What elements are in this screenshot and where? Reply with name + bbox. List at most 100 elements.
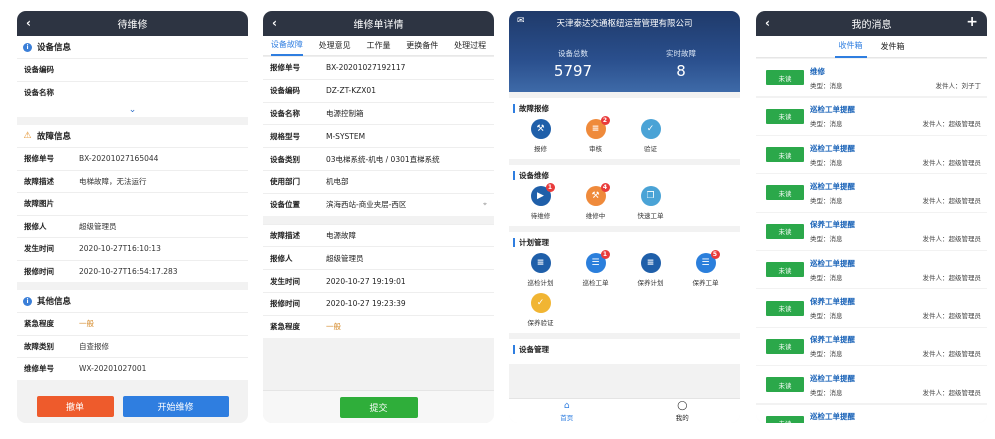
detail-row: 报修单号 BX-20201027192117: [263, 56, 494, 79]
field-value: 电源控制箱: [326, 108, 364, 118]
module-shortcut[interactable]: ❐ 快速工单: [623, 182, 678, 222]
pending-repair-screen: ‹ 待维修 i 设备信息 设备编码 设备名称 ⌄ ⚠ 故障信息 报修单号 BX-20…: [17, 11, 248, 423]
message-item[interactable]: 未读 保养工单提醒 类型：消息 发件人：超级管理员: [756, 212, 987, 250]
start-repair-button[interactable]: 开始维修: [122, 396, 229, 417]
message-body: 保养工单提醒类型：消息 发件人：超级管理员: [810, 219, 987, 243]
message-body: 保养工单提醒 类型：消息 发件人：超级管理员: [810, 296, 987, 320]
field-label: 规格型号: [270, 131, 300, 141]
module-shortcut[interactable]: ▶ 1 待维修: [513, 182, 568, 222]
tab-outbox[interactable]: 发件箱: [877, 36, 909, 58]
detail-row: 报修时间 2020-10-27 19:23:39: [263, 291, 494, 315]
back-icon[interactable]: ‹: [765, 16, 770, 30]
action-bar: 提交: [263, 390, 494, 423]
message-item[interactable]: 未读 保养工单提醒 类型：消息 发件人：超级管理员: [756, 327, 987, 365]
field-value: 03电梯系统-机电 / 0301直梯系统: [326, 154, 440, 164]
message-item[interactable]: 未读巡检工单提醒类型：消息发件人：超级管理员: [756, 174, 987, 212]
field-value: DZ-ZT-KZX01: [326, 86, 376, 96]
message-item[interactable]: 未读 维修 类型：消息 发件人：刘子丁: [756, 59, 987, 97]
message-title: 巡检工单提醒: [810, 412, 855, 422]
tab-item[interactable]: 处理过程: [454, 36, 486, 56]
shortcut-label: 巡检工单: [582, 279, 609, 287]
message-title: 巡检工单提醒: [810, 258, 855, 268]
message-item[interactable]: 未读巡检工单提醒类型：消息发件人：超级管理员: [756, 366, 987, 404]
module-shortcut[interactable]: ≡ 巡检计划: [513, 249, 568, 289]
field-label: 故障类别: [24, 341, 54, 351]
unread-badge: 未读: [766, 70, 804, 86]
submit-button[interactable]: 提交: [339, 396, 418, 418]
module-shortcut[interactable]: ✓ 保养验证: [513, 289, 568, 329]
message-type: 类型：消息: [810, 273, 843, 282]
module-shortcut[interactable]: ⚒ 报修: [513, 115, 568, 155]
field-value: 一般: [79, 319, 94, 329]
message-meta: 类型：消息 发件人：超级管理员: [810, 195, 987, 205]
tab-item[interactable]: 处理意见: [319, 36, 351, 56]
message-meta: 类型：消息 发件人：超级管理员: [810, 233, 987, 243]
nav-mine[interactable]: ◯ 我的: [625, 399, 741, 423]
message-body: 巡检工单提醒类型：消息发件人：超级管理员: [810, 411, 987, 423]
detail-row: 报修人 超级管理员: [263, 246, 494, 270]
module-card: 设备管理: [509, 339, 740, 364]
message-sender: 发件人：超级管理员: [922, 235, 982, 244]
message-item[interactable]: 未读 保养工单提醒 类型：消息 发件人：超级管理员: [756, 289, 987, 327]
tab-inbox[interactable]: 收件箱: [834, 36, 867, 58]
field-label: 发生时间: [270, 276, 300, 286]
field-label: 紧急程度: [270, 322, 300, 332]
bottom-nav: ⌂ 首页 ◯ 我的: [509, 398, 740, 423]
message-title: 巡检工单提醒: [810, 143, 855, 153]
detail-row: 故障类别 自查报修: [17, 334, 248, 357]
message-body: 巡检工单提醒类型：消息发件人：超级管理员: [810, 258, 987, 282]
message-tabs: 收件箱 发件箱: [756, 36, 987, 58]
message-sender: 发件人：超级管理员: [922, 350, 982, 359]
message-title: 保养工单提醒: [810, 335, 855, 345]
other-info-heading: i 其他信息: [17, 290, 248, 312]
field-value: 一般: [326, 322, 341, 332]
message-title: 保养工单提醒: [810, 220, 855, 230]
module-shortcut[interactable]: ⚒ 4 维修中: [568, 182, 623, 222]
module-shortcut[interactable]: ≡ 保养计划: [623, 249, 678, 289]
field-value: 2020-10-27T16:54:17.283: [79, 266, 178, 276]
user-icon: ◯: [677, 400, 688, 411]
module-shortcut[interactable]: ☰ 5 保养工单: [678, 249, 733, 289]
message-body: 巡检工单提醒类型：消息发件人：超级管理员: [810, 143, 987, 167]
message-item[interactable]: 未读巡检工单提醒类型：消息发件人：超级管理员: [756, 404, 987, 423]
back-icon[interactable]: ‹: [26, 16, 31, 30]
field-value: BX-20201027165044: [79, 154, 159, 164]
module-icon: ❐: [640, 186, 661, 206]
module-icon: ≡: [530, 253, 551, 273]
tab-item[interactable]: 设备故障: [270, 36, 303, 56]
detail-row: 紧急程度 一般: [17, 312, 248, 335]
location-pin-icon[interactable]: ⌖: [483, 200, 487, 209]
unread-badge: 未读: [766, 415, 804, 423]
message-item[interactable]: 未读巡检工单提醒类型：消息发件人：超级管理员: [756, 97, 987, 135]
module-shortcut[interactable]: ≡ 2 审核: [568, 115, 623, 155]
module-shortcut[interactable]: ☰ 1 巡检工单: [568, 249, 623, 289]
expand-chevron-icon[interactable]: ⌄: [17, 103, 248, 117]
company-name: 天津泰达交通枢纽运营管理有限公司: [556, 19, 693, 29]
field-label: 报修时间: [270, 299, 300, 309]
detail-row: 设备位置 滨海西站-商业夹层-西区 ⌖: [263, 192, 494, 216]
nav-home[interactable]: ⌂ 首页: [509, 399, 625, 423]
message-body: 巡检工单提醒类型：消息发件人：超级管理员: [810, 373, 987, 397]
fault-info-heading: ⚠ 故障信息: [17, 125, 248, 147]
message-item[interactable]: 未读巡检工单提醒类型：消息发件人：超级管理员: [756, 135, 987, 174]
unread-badge: 未读: [766, 338, 804, 354]
tab-item[interactable]: 更换备件: [406, 36, 438, 56]
module-shortcut[interactable]: ✓ 验证: [623, 115, 678, 155]
tab-item[interactable]: 工作量: [366, 36, 390, 56]
field-label: 报修单号: [270, 63, 300, 73]
field-value: 电梯故障，无法运行: [79, 176, 147, 186]
repair-detail-screen: ‹ 维修单详情 设备故障 处理意见 工作量 更换备件 处理过程 报修单号 BX-20201…: [263, 11, 494, 423]
module-heading: 故障报修: [513, 101, 736, 115]
detail-row: 故障描述 电源故障: [263, 223, 494, 247]
module-icon: ▶ 1: [530, 183, 555, 206]
message-item[interactable]: 未读巡检工单提醒类型：消息发件人：超级管理员: [756, 251, 987, 289]
field-value: 机电部: [326, 177, 349, 187]
module-heading: 设备管理: [513, 342, 736, 356]
message-sender: 发件人：超级管理员: [922, 312, 982, 321]
field-label: 报修单号: [24, 154, 54, 164]
back-icon[interactable]: ‹: [272, 16, 277, 30]
add-icon[interactable]: +: [966, 14, 978, 30]
message-meta: 类型：消息 发件人：超级管理员: [810, 272, 987, 282]
cancel-order-button[interactable]: 撤单: [36, 396, 114, 417]
warning-icon: ⚠: [23, 131, 32, 141]
